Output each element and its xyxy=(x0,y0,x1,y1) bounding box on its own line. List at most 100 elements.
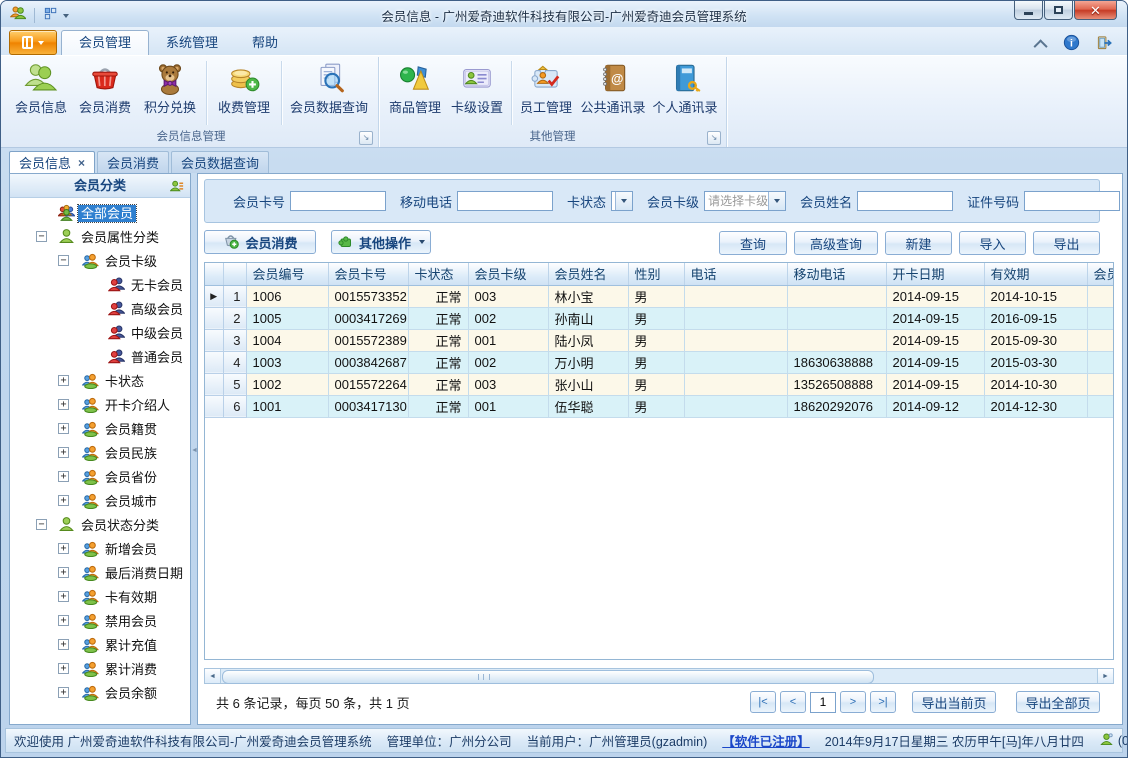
dialog-launcher-icon[interactable]: ↘ xyxy=(707,131,721,145)
scroll-left-button[interactable]: ◄ xyxy=(205,669,221,683)
tree-item[interactable]: + 新增会员 xyxy=(10,537,190,561)
next-page-button[interactable]: > xyxy=(840,691,866,713)
table-cell[interactable]: 正常 xyxy=(408,351,469,374)
table-cell[interactable] xyxy=(1087,329,1113,352)
id-number-input[interactable] xyxy=(1024,191,1121,211)
table-cell[interactable]: 张小山 xyxy=(548,373,629,396)
prev-page-button[interactable]: < xyxy=(780,691,806,713)
table-cell[interactable]: 2014-09-15 xyxy=(886,307,985,330)
table-row[interactable]: 4 1003 0003842687 正常 002 万小明男 18630638888 2014-… xyxy=(205,351,1113,374)
table-cell[interactable]: 001 xyxy=(468,329,549,352)
table-cell[interactable]: 男 xyxy=(628,373,685,396)
card-level-select[interactable]: 请选择卡级 xyxy=(704,191,787,211)
ribbon-button-goods-manage[interactable]: 商品管理 xyxy=(384,59,446,128)
tree-item[interactable]: + 会员余额 xyxy=(10,681,190,705)
tree-item[interactable]: + 禁用会员 xyxy=(10,609,190,633)
doc-tab[interactable]: 会员信息 × xyxy=(9,151,96,173)
quick-access-icon[interactable] xyxy=(43,6,58,26)
query-button[interactable]: 查询 xyxy=(719,231,787,255)
import-button[interactable]: 导入 xyxy=(959,231,1026,255)
table-cell[interactable]: 1002 xyxy=(246,373,329,396)
member-name-input[interactable] xyxy=(857,191,954,211)
table-cell[interactable] xyxy=(1087,351,1113,374)
ribbon-button-member-info[interactable]: 会员信息 xyxy=(9,59,73,128)
collapse-ribbon-icon[interactable] xyxy=(1033,39,1048,54)
new-button[interactable]: 新建 xyxy=(885,231,952,255)
category-manage-icon[interactable] xyxy=(169,178,185,193)
table-header-cell[interactable]: 会员编号 xyxy=(246,263,329,286)
horizontal-scrollbar[interactable]: ◄ ► xyxy=(204,668,1114,684)
table-cell[interactable]: 正常 xyxy=(408,395,469,418)
exit-icon[interactable] xyxy=(1096,34,1113,56)
ribbon-button-member-data-query[interactable]: 会员数据查询 xyxy=(285,59,373,128)
doc-tab[interactable]: 会员消费 xyxy=(97,151,170,173)
tree-item[interactable]: 普通会员 xyxy=(10,345,190,369)
tree-item[interactable]: + 会员民族 xyxy=(10,441,190,465)
table-cell[interactable]: 2014-12-30 xyxy=(984,395,1088,418)
tree-item[interactable]: + 会员省份 xyxy=(10,465,190,489)
expand-icon[interactable]: + xyxy=(58,447,69,458)
table-row[interactable]: 5 1002 0015572264 正常 003 张小山男 13526508888 2014-… xyxy=(205,373,1113,396)
table-cell[interactable] xyxy=(1087,307,1113,330)
table-header-cell[interactable]: 会员卡级 xyxy=(468,263,549,286)
tree-item[interactable]: + 最后消费日期 xyxy=(10,561,190,585)
table-cell[interactable]: 正常 xyxy=(408,329,469,352)
expand-icon[interactable]: + xyxy=(58,423,69,434)
maximize-button[interactable] xyxy=(1044,1,1073,20)
table-cell[interactable]: 林小宝 xyxy=(548,285,629,308)
table-cell[interactable]: 万小明 xyxy=(548,351,629,374)
chevron-down-icon[interactable] xyxy=(615,192,633,210)
table-cell[interactable]: 0003417269 xyxy=(328,307,409,330)
table-cell[interactable]: 2014-09-15 xyxy=(886,373,985,396)
table-cell[interactable]: 2014-09-15 xyxy=(886,329,985,352)
tree-item[interactable]: 中级会员 xyxy=(10,321,190,345)
table-cell[interactable]: 0015572389 xyxy=(328,329,409,352)
page-input[interactable] xyxy=(810,691,836,713)
minimize-button[interactable] xyxy=(1014,1,1043,20)
ribbon-tab[interactable]: 会员管理 xyxy=(61,30,150,55)
ribbon-button-charge-manage[interactable]: 收费管理 xyxy=(210,59,278,128)
expand-icon[interactable]: + xyxy=(58,639,69,650)
table-cell[interactable]: 2014-09-15 xyxy=(886,285,985,308)
dialog-launcher-icon[interactable]: ↘ xyxy=(359,131,373,145)
table-cell[interactable]: 正常 xyxy=(408,285,469,308)
tree-item[interactable]: + 累计消费 xyxy=(10,657,190,681)
table-cell[interactable]: 男 xyxy=(628,351,685,374)
collapse-icon[interactable]: − xyxy=(36,519,47,530)
table-cell[interactable] xyxy=(1087,373,1113,396)
export-all-pages-button[interactable]: 导出全部页 xyxy=(1016,691,1100,713)
ribbon-button-staff-manage[interactable]: 员工管理 xyxy=(515,59,577,128)
table-cell[interactable] xyxy=(787,307,887,330)
table-cell[interactable]: 18620292076 xyxy=(787,395,887,418)
expand-icon[interactable]: + xyxy=(58,591,69,602)
tree-item[interactable]: − 会员属性分类 xyxy=(10,225,190,249)
expand-icon[interactable]: + xyxy=(58,615,69,626)
expand-icon[interactable]: + xyxy=(58,375,69,386)
ribbon-button-member-consume[interactable]: 会员消费 xyxy=(73,59,137,128)
table-header-cell[interactable]: 卡状态 xyxy=(408,263,469,286)
table-cell[interactable]: 1001 xyxy=(246,395,329,418)
table-cell[interactable]: 2014-10-15 xyxy=(984,285,1088,308)
ribbon-tab[interactable]: 帮助 xyxy=(235,31,295,55)
tab-close-icon[interactable]: × xyxy=(78,157,85,169)
table-cell[interactable] xyxy=(684,307,788,330)
export-button[interactable]: 导出 xyxy=(1033,231,1100,255)
table-cell[interactable]: 男 xyxy=(628,285,685,308)
tree-item[interactable]: 全部会员 xyxy=(10,201,190,225)
table-cell[interactable]: 男 xyxy=(628,329,685,352)
scroll-right-button[interactable]: ► xyxy=(1097,669,1113,683)
chevron-down-icon[interactable] xyxy=(768,192,786,210)
tree-item[interactable]: − 会员卡级 xyxy=(10,249,190,273)
table-row[interactable]: 2 1005 0003417269 正常 002 孙南山男 2014-09-15 2016-0… xyxy=(205,307,1113,330)
expand-icon[interactable]: + xyxy=(58,663,69,674)
table-cell[interactable]: 陆小凤 xyxy=(548,329,629,352)
table-row[interactable]: 3 1004 0015572389 正常 001 陆小凤男 2014-09-15 2015-0… xyxy=(205,329,1113,352)
table-cell[interactable]: 2015-09-30 xyxy=(984,329,1088,352)
registered-link[interactable]: 【软件已注册】 xyxy=(722,731,810,750)
app-menu-button[interactable] xyxy=(9,30,57,55)
table-cell[interactable]: 1003 xyxy=(246,351,329,374)
table-cell[interactable] xyxy=(684,395,788,418)
table-cell[interactable]: 003 xyxy=(468,285,549,308)
tree-item[interactable]: + 卡有效期 xyxy=(10,585,190,609)
chevron-down-icon[interactable] xyxy=(63,13,69,18)
